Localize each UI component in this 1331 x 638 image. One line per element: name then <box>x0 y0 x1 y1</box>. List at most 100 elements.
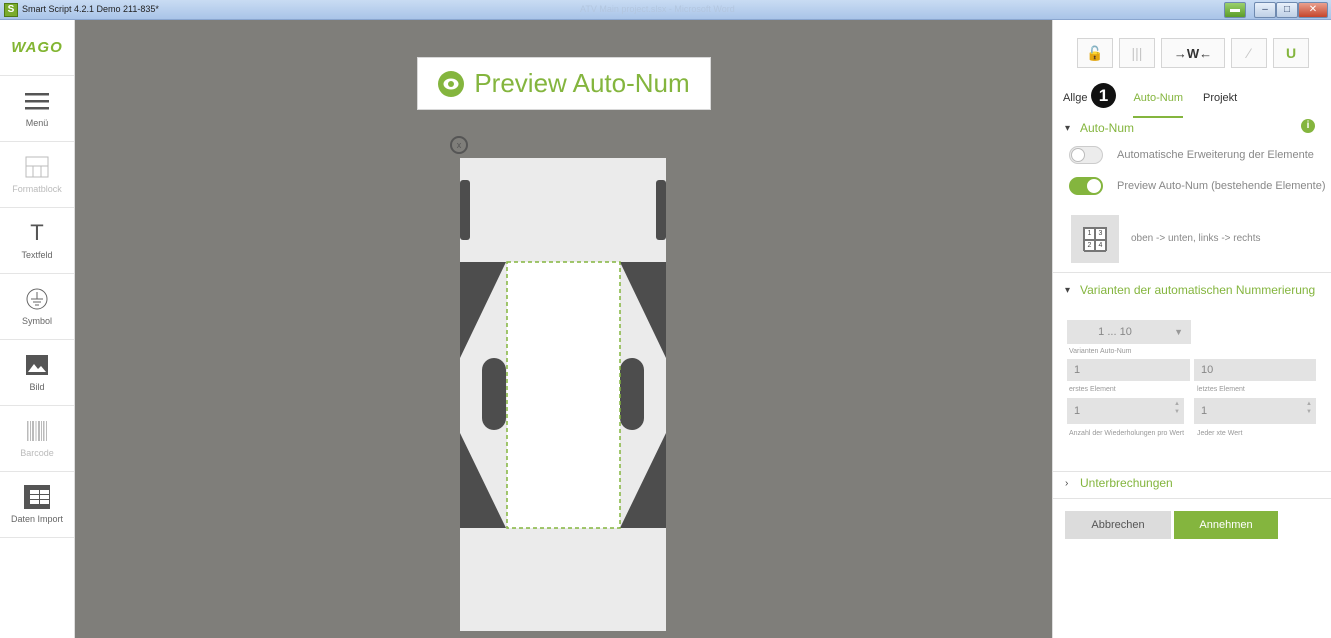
close-window-button[interactable]: ✕ <box>1298 2 1328 18</box>
sidebar-item-label: Formatblock <box>12 184 62 194</box>
minimize-icon: – <box>1262 4 1268 15</box>
sidebar-item-daten-import[interactable]: Daten Import <box>0 472 74 538</box>
toggle-label: Preview Auto-Num (bestehende Elemente) <box>1117 180 1326 192</box>
first-element-input[interactable]: 1 <box>1067 359 1190 381</box>
accept-button[interactable]: Annehmen <box>1174 511 1278 539</box>
columns-button[interactable]: ||| <box>1119 38 1155 68</box>
preview-banner: Preview Auto-Num <box>417 57 711 110</box>
columns-icon: ||| <box>1131 45 1143 61</box>
tab-projekt[interactable]: Projekt <box>1203 92 1237 118</box>
section-title: Varianten der automatischen Nummerierung <box>1080 283 1316 297</box>
maximize-button[interactable]: □ <box>1276 2 1298 18</box>
order-cell: 3 <box>1095 228 1106 240</box>
background-window-title: ATV Main project.slsx - Microsoft Word <box>580 4 735 14</box>
sidebar-item-bild[interactable]: Bild <box>0 340 74 406</box>
wago-align-button[interactable]: →W← <box>1161 38 1225 68</box>
sidebar-item-textfeld[interactable]: T Textfeld <box>0 208 74 274</box>
section-title: Unterbrechungen <box>1080 476 1173 490</box>
numbering-order-text: oben -> unten, links -> rechts <box>1131 233 1261 244</box>
section-title: Auto-Num <box>1080 121 1135 135</box>
last-element-label: letztes Element <box>1197 386 1245 393</box>
remove-element-icon[interactable]: x <box>450 136 468 154</box>
sidebar-item-symbol[interactable]: Symbol <box>0 274 74 340</box>
divider <box>1053 471 1331 472</box>
sidebar-item-menu[interactable]: Menü <box>0 76 74 142</box>
preview-banner-text: Preview Auto-Num <box>474 68 690 98</box>
sidebar-item-label: Menü <box>25 118 49 128</box>
stepper-value: 1 <box>1074 405 1081 417</box>
close-icon: ✕ <box>1308 4 1318 15</box>
tab-allgemein[interactable]: Allge <box>1063 92 1087 118</box>
chevron-down-icon: ▾ <box>1065 122 1071 134</box>
properties-panel: 🔓 ||| →W← ⁄ U Allge Auto-Num Projekt 1 ▾… <box>1052 20 1331 638</box>
app-icon: S <box>4 3 18 17</box>
wago-logo: WAGO <box>0 20 74 76</box>
first-element-label: erstes Element <box>1069 386 1116 393</box>
stepper-value: 1 <box>1201 405 1208 417</box>
toggle-row-auto-extend: Automatische Erweiterung der Elemente <box>1069 146 1314 164</box>
toggle-row-preview: Preview Auto-Num (bestehende Elemente) <box>1069 177 1326 195</box>
magnet-icon: U <box>1285 45 1297 61</box>
left-sidebar: WAGO Menü Formatblock T Textfeld Symbol … <box>0 20 75 638</box>
table-icon <box>24 485 50 509</box>
stepper-arrows-icon[interactable]: ▲ ▼ <box>1306 400 1312 416</box>
formatblock-icon <box>24 155 50 179</box>
numbering-order-button[interactable]: 1 3 2 4 <box>1071 215 1119 263</box>
chevron-right-icon: › <box>1065 477 1069 489</box>
magic-wand-icon: ⁄ <box>1247 45 1251 61</box>
tray-button[interactable]: ▬ <box>1224 2 1246 18</box>
sidebar-item-label: Textfeld <box>21 250 53 260</box>
tab-auto-num[interactable]: Auto-Num <box>1133 92 1183 118</box>
sidebar-item-label: Bild <box>29 382 45 392</box>
magnet-button[interactable]: U <box>1273 38 1309 68</box>
lock-button[interactable]: 🔓 <box>1077 38 1113 68</box>
monitor-icon: ▬ <box>1230 4 1240 15</box>
ground-symbol-icon <box>24 287 50 311</box>
toggle-knob <box>1087 179 1101 193</box>
text-icon: T <box>30 220 44 245</box>
maximize-icon: □ <box>1283 4 1291 15</box>
nth-value-stepper[interactable]: 1 ▲ ▼ <box>1194 398 1316 424</box>
info-icon[interactable]: i <box>1301 119 1315 133</box>
sidebar-item-label: Symbol <box>21 316 52 326</box>
lock-icon: 🔓 <box>1086 44 1104 61</box>
sidebar-item-formatblock[interactable]: Formatblock <box>0 142 74 208</box>
repeat-count-stepper[interactable]: 1 ▲ ▼ <box>1067 398 1184 424</box>
order-cell: 4 <box>1095 240 1106 252</box>
sidebar-item-label: Daten Import <box>10 514 64 524</box>
divider <box>1053 498 1331 499</box>
variants-select-label: Varianten Auto-Num <box>1069 348 1132 355</box>
auto-num-section-header[interactable]: ▾ Auto-Num <box>1065 121 1134 135</box>
divider <box>1053 272 1331 273</box>
sidebar-item-label: Barcode <box>20 448 54 458</box>
repeat-count-label: Anzahl der Wiederholungen pro Wert <box>1069 430 1185 437</box>
stepper-arrows-icon[interactable]: ▲ ▼ <box>1174 400 1180 416</box>
window-titlebar: S Smart Script 4.2.1 Demo 211-835* ATV M… <box>0 0 1331 20</box>
marker-label-preview[interactable] <box>460 158 666 631</box>
auto-extend-toggle[interactable] <box>1069 146 1103 164</box>
sidebar-item-barcode[interactable]: Barcode <box>0 406 74 472</box>
order-grid-icon: 1 3 2 4 <box>1083 227 1107 252</box>
interruptions-section-header[interactable]: › Unterbrechungen <box>1065 476 1173 490</box>
barcode-icon <box>24 419 50 443</box>
eye-icon <box>438 70 465 97</box>
step-callout-badge: 1 <box>1091 83 1116 108</box>
magic-wand-button[interactable]: ⁄ <box>1231 38 1267 68</box>
wago-arrows-icon: →W← <box>1173 45 1213 61</box>
image-icon <box>24 353 50 377</box>
variants-section-header[interactable]: ▾ Varianten der automatischen Nummerieru… <box>1065 283 1315 297</box>
window-title: Smart Script 4.2.1 Demo 211-835* <box>22 4 159 14</box>
chevron-down-icon: ▼ <box>1174 327 1183 337</box>
design-canvas[interactable]: Preview Auto-Num x <box>75 20 1052 638</box>
last-element-input[interactable]: 10 <box>1194 359 1316 381</box>
minimize-button[interactable]: – <box>1254 2 1276 18</box>
cancel-button[interactable]: Abbrechen <box>1065 511 1171 539</box>
panel-toolbar: 🔓 ||| →W← ⁄ U <box>1077 38 1309 68</box>
order-cell: 2 <box>1084 240 1095 252</box>
variants-select[interactable]: 1 ... 10 ▼ <box>1067 320 1191 344</box>
order-cell: 1 <box>1084 228 1095 240</box>
nth-value-label: Jeder xte Wert <box>1197 430 1243 437</box>
preview-auto-num-toggle[interactable] <box>1069 177 1103 195</box>
menu-icon <box>24 89 50 113</box>
select-value: 1 ... 10 <box>1098 326 1132 338</box>
